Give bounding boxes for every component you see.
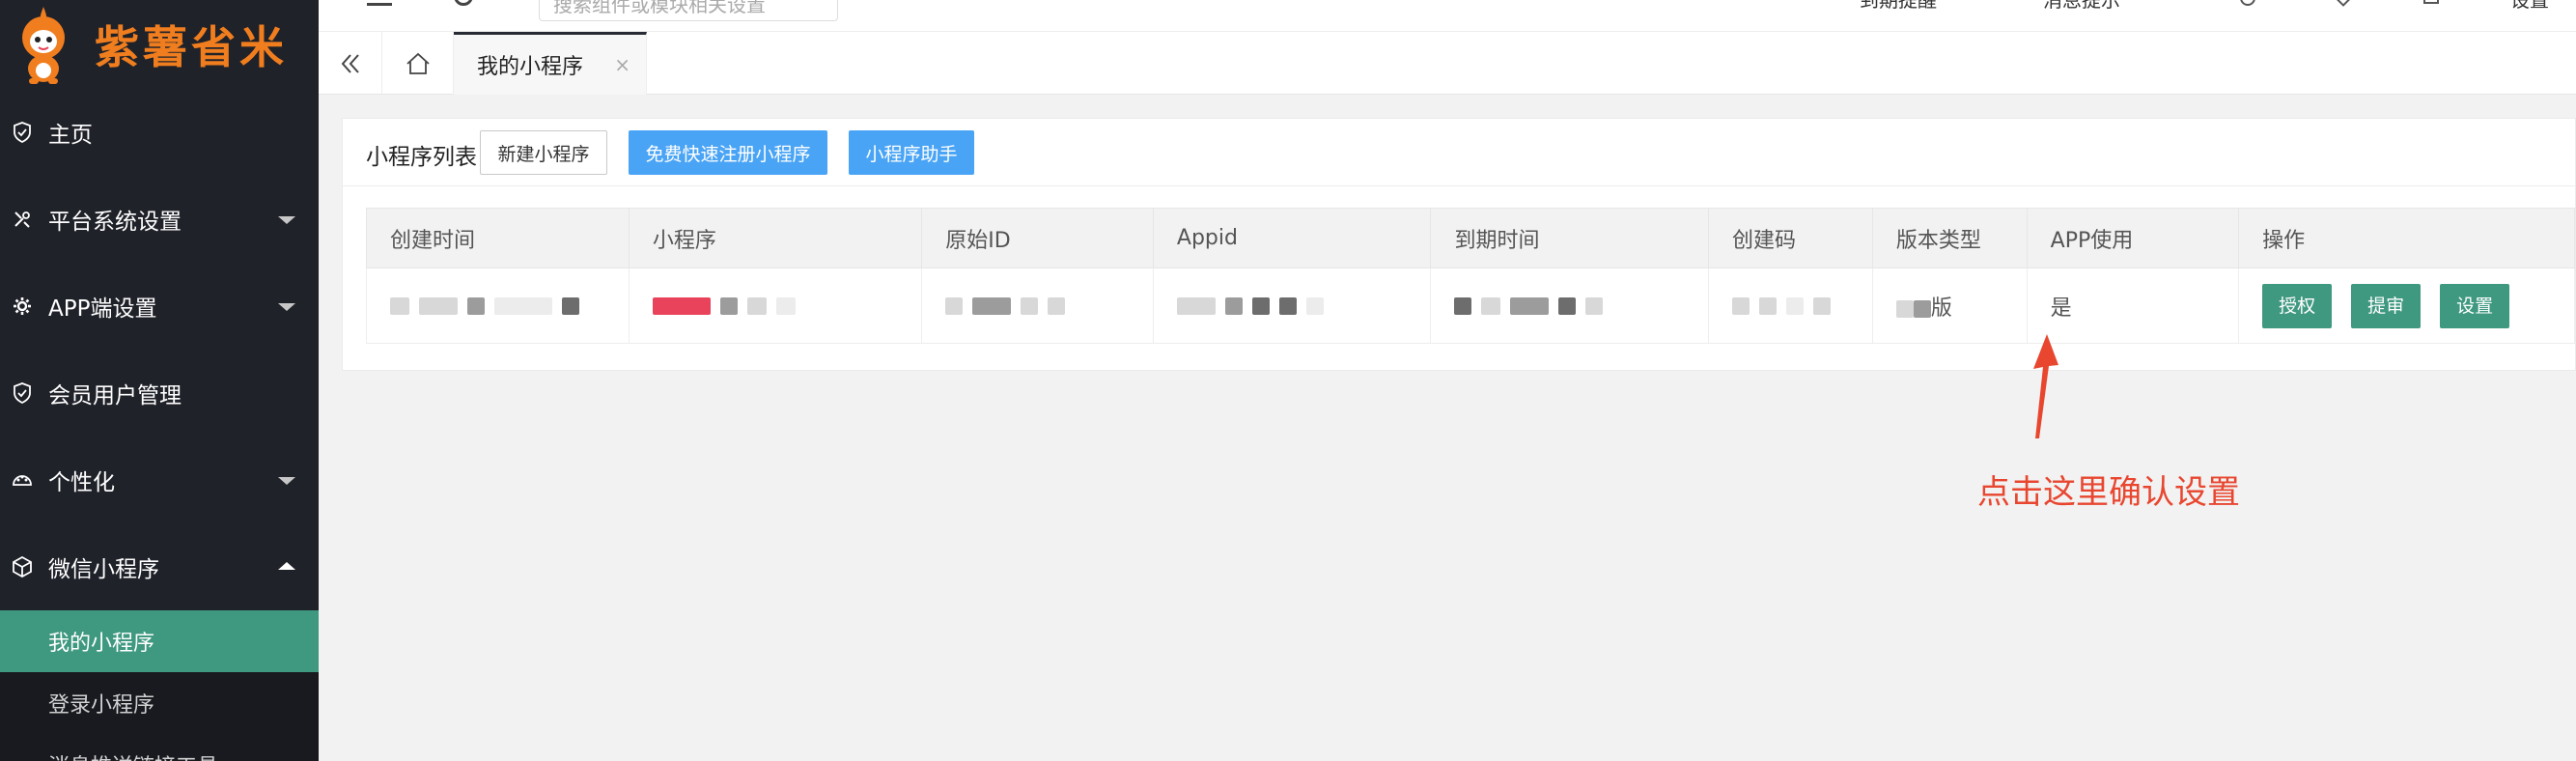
table-row: 版 是 授权 提审 设置 — [366, 268, 2575, 344]
sidebar-subitem-my-miniprogram[interactable]: 我的小程序 — [0, 610, 319, 672]
topbar-item-messages[interactable]: 消息提示 — [2043, 0, 2120, 13]
sidebar-subitem-login-miniprogram[interactable]: 登录小程序 — [0, 672, 319, 734]
cell-created-time-redacted — [366, 268, 630, 344]
close-icon[interactable]: × — [614, 53, 630, 76]
brand-name: 紫薯省米 — [95, 21, 288, 73]
miniprogram-assistant-button[interactable]: 小程序助手 — [849, 130, 974, 175]
tools-icon — [12, 209, 33, 230]
cube-icon — [12, 556, 33, 578]
topbar-item-settings[interactable]: 设置 — [2510, 0, 2549, 13]
list-toolbar: 小程序列表 新建小程序 免费快速注册小程序 小程序助手 — [343, 119, 2575, 186]
cell-expiry-time-redacted — [1430, 268, 1710, 344]
fullscreen-icon[interactable] — [2423, 0, 2439, 4]
menu-toggle-icon[interactable] — [367, 0, 392, 6]
quick-register-button[interactable]: 免费快速注册小程序 — [629, 130, 827, 175]
chevron-down-icon — [278, 303, 295, 311]
sidebar: 紫薯省米 主页 平台系统设置 APP端设置 会员用户管理 个性化 微信小程序 我… — [0, 0, 319, 761]
page-title: 小程序列表 — [366, 145, 477, 170]
column-header: APP使用 — [2026, 208, 2240, 268]
column-header: 原始ID — [921, 208, 1154, 268]
wechat-submenu: 我的小程序 登录小程序 消息推送链接工具 — [0, 610, 319, 761]
annotation-text: 点击这里确认设置 — [1977, 473, 2240, 512]
gear-icon — [12, 296, 33, 317]
sidebar-item-wechat-miniprogram[interactable]: 微信小程序 — [0, 523, 319, 610]
tab-label: 我的小程序 — [477, 55, 584, 79]
shield-icon — [12, 382, 33, 404]
sidebar-item-label: 会员用户管理 — [48, 383, 182, 409]
sidebar-item-label: APP端设置 — [48, 296, 157, 322]
table-header-row: 创建时间 小程序 原始ID Appid 到期时间 创建码 版本类型 APP使用 … — [366, 208, 2575, 268]
theme-icon[interactable] — [2334, 0, 2353, 7]
cell-creation-code-redacted — [1708, 268, 1873, 344]
sidebar-item-label: 微信小程序 — [48, 557, 159, 582]
column-header: Appid — [1152, 208, 1432, 268]
double-chevron-left-icon — [341, 53, 359, 73]
sidebar-item-platform-settings[interactable]: 平台系统设置 — [0, 176, 319, 263]
palette-icon — [12, 469, 33, 491]
cell-original-id-redacted — [921, 268, 1154, 344]
column-header: 到期时间 — [1430, 208, 1710, 268]
search-input[interactable]: 搜索组件或模块相关设置 — [539, 0, 838, 21]
sidebar-item-label: 主页 — [48, 123, 93, 148]
cell-appid-redacted — [1152, 268, 1432, 344]
miniprogram-list-card: 小程序列表 新建小程序 免费快速注册小程序 小程序助手 创建时间 小程序 原始I… — [342, 118, 2576, 371]
version-suffix: 版 — [1930, 296, 1952, 321]
home-icon — [406, 52, 430, 74]
authorize-button[interactable]: 授权 — [2262, 283, 2333, 328]
sidebar-item-personalize[interactable]: 个性化 — [0, 437, 319, 523]
shield-icon — [12, 122, 33, 143]
refresh-icon[interactable] — [454, 0, 473, 6]
column-header: 版本类型 — [1871, 208, 2028, 268]
cell-miniprogram-redacted — [628, 268, 923, 344]
sidebar-item-members[interactable]: 会员用户管理 — [0, 350, 319, 437]
new-miniprogram-button[interactable]: 新建小程序 — [480, 130, 607, 175]
tab-my-miniprogram[interactable]: 我的小程序 × — [454, 32, 647, 95]
column-header: 创建时间 — [366, 208, 630, 268]
collapse-sidebar-button[interactable] — [319, 32, 382, 95]
cell-app-use: 是 — [2026, 268, 2240, 344]
sidebar-item-home[interactable]: 主页 — [0, 89, 319, 176]
mascot-logo-icon — [14, 5, 73, 84]
chevron-up-icon — [278, 562, 295, 570]
sidebar-item-label: 个性化 — [48, 470, 115, 495]
annotation-arrow-icon — [2033, 334, 2058, 438]
cell-version-type: 版 — [1871, 268, 2028, 344]
logo[interactable]: 紫薯省米 — [0, 0, 319, 89]
topbar-item-expiry-reminder[interactable]: 到期提醒 — [1860, 0, 1937, 13]
settings-button[interactable]: 设置 — [2440, 283, 2510, 328]
tab-home[interactable] — [382, 32, 454, 95]
chevron-down-icon — [278, 477, 295, 485]
sidebar-subitem-message-link-tool[interactable]: 消息推送链接工具 — [0, 734, 319, 761]
column-header: 小程序 — [628, 208, 923, 268]
tab-bar: 我的小程序 × — [319, 31, 2576, 95]
column-header: 创建码 — [1708, 208, 1873, 268]
miniprogram-table: 创建时间 小程序 原始ID Appid 到期时间 创建码 版本类型 APP使用 … — [366, 208, 2575, 344]
top-header: 搜索组件或模块相关设置 到期提醒 消息提示 设置 — [319, 0, 2576, 31]
sidebar-item-app-settings[interactable]: APP端设置 — [0, 263, 319, 350]
chevron-down-icon — [278, 216, 295, 224]
notification-icon[interactable] — [2240, 0, 2255, 6]
sidebar-item-label: 平台系统设置 — [48, 210, 182, 235]
cell-actions: 授权 提审 设置 — [2238, 268, 2575, 344]
submit-review-button[interactable]: 提审 — [2351, 283, 2422, 328]
column-header: 操作 — [2238, 208, 2575, 268]
